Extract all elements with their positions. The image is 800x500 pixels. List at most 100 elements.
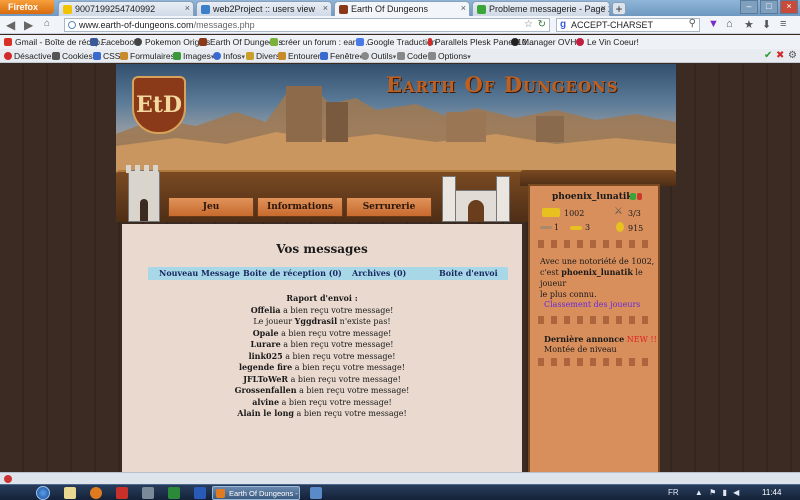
tab-close-icon[interactable]: × [601, 3, 606, 13]
reload-icon[interactable]: ↻ [538, 19, 546, 30]
bookmarks-icon[interactable]: ★ [744, 18, 754, 31]
bookmark-vin-coeur[interactable]: Le Vin Coeur! [576, 37, 639, 47]
clock[interactable]: 11:44 [762, 488, 781, 497]
tab-new-message[interactable]: Nouveau Message [159, 268, 240, 278]
back-icon[interactable]: ◀ [6, 18, 15, 32]
volume-icon[interactable]: ◀ [733, 488, 739, 497]
report-status: a bien reçu votre message! [280, 305, 394, 315]
close-window-icon[interactable]: × [780, 0, 798, 14]
explorer-icon[interactable] [64, 487, 76, 499]
word-icon[interactable] [194, 487, 206, 499]
history-icon[interactable]: ⌂ [44, 18, 50, 29]
wd-infos[interactable]: Infos▾ [213, 51, 245, 61]
tab-outbox[interactable]: Boite d'envoi [439, 268, 498, 278]
wd-window[interactable]: Fenêtre▾ [320, 51, 363, 61]
network-icon[interactable]: ▮ [722, 488, 726, 497]
report-status: a bien reçu votre message! [278, 328, 392, 338]
gear-icon[interactable]: ⚙ [788, 50, 797, 61]
wd-images[interactable]: Images▾ [173, 51, 214, 61]
app-icon[interactable] [142, 487, 154, 499]
tab-inbox[interactable]: Boite de réception (0) [243, 268, 342, 278]
tab-close-icon[interactable]: × [323, 3, 328, 13]
addon-icon[interactable]: ▼ [708, 18, 719, 30]
report-line: Grossenfallen a bien reçu votre message! [122, 385, 522, 397]
bookmark-facebook[interactable]: Facebook [90, 37, 138, 47]
home-icon[interactable]: ⌂ [726, 18, 733, 30]
site-logo[interactable]: EtD [132, 76, 186, 134]
report-line: alvine a bien reçu votre message! [122, 397, 522, 409]
firefox-icon[interactable] [90, 487, 102, 499]
bookmark-google-translate[interactable]: Google Traduction [356, 37, 436, 47]
wd-options[interactable]: Options▾ [428, 51, 471, 61]
tab-close-icon[interactable]: × [461, 3, 466, 13]
wd-outline[interactable]: Entourer▾ [278, 51, 324, 61]
gear-icon [361, 52, 369, 60]
excel-icon[interactable] [168, 487, 180, 499]
addon-status-icon[interactable] [4, 475, 12, 483]
flag-icon[interactable]: ⚑ [709, 488, 716, 497]
bookmark-ovh[interactable]: Manager OVH [511, 37, 576, 47]
wd-source[interactable]: Code▾ [397, 51, 431, 61]
forward-icon[interactable]: ▶ [24, 18, 33, 32]
new-tab-button[interactable]: + [612, 2, 626, 15]
firefox-menu-button[interactable]: Firefox [0, 0, 54, 14]
tab-1[interactable]: 9007199254740992 × [58, 1, 194, 16]
error-icon[interactable]: ✖ [776, 50, 784, 61]
taskbar-window-firefox[interactable]: Earth Of Dungeons - ... [212, 486, 300, 500]
last-announce: Dernière annonce NEW !! [544, 334, 657, 344]
wd-forms[interactable]: Formulaires▾ [120, 51, 178, 61]
stat-c-value: 915 [628, 224, 644, 233]
url-bar[interactable]: www.earth-of-dungeons.com/messages.php ☆… [64, 18, 550, 32]
report-line: Lurare a bien reçu votre message! [122, 339, 522, 351]
recipient-name: link025 [248, 350, 283, 361]
tab-4[interactable]: Probleme messagerie - Page 2 × [472, 1, 610, 16]
tab-3-active[interactable]: Earth Of Dungeons × [334, 1, 470, 16]
key-icon [570, 226, 582, 230]
wd-label: Outils [371, 51, 393, 61]
shield-icon [199, 38, 207, 46]
notoriety-player: phoenix_lunatik [561, 267, 633, 277]
check-icon[interactable]: ✔ [764, 50, 772, 61]
menu-jeu[interactable]: Jeu [168, 197, 254, 217]
wd-label: Formulaires [130, 51, 175, 61]
browser-titlebar: Firefox 9007199254740992 × web2Project :… [0, 0, 800, 16]
menu-serrurerie[interactable]: Serrurerie [346, 197, 432, 217]
language-indicator[interactable]: FR [668, 488, 679, 497]
maximize-icon[interactable]: □ [760, 0, 778, 14]
info-icon [213, 52, 221, 60]
tab-close-icon[interactable]: × [185, 3, 190, 13]
wd-disable[interactable]: Désactiver▾ [4, 51, 58, 61]
parallels-icon [428, 38, 432, 46]
fleur-divider [538, 316, 650, 324]
player-name[interactable]: phoenix_lunatik [552, 192, 633, 202]
bookmark-label: Manager OVH [522, 37, 577, 47]
minimize-icon[interactable]: – [740, 0, 758, 14]
filezilla-icon[interactable] [116, 487, 128, 499]
wd-tools[interactable]: Outils▾ [361, 51, 396, 61]
last-announce-text[interactable]: Montée de niveau [544, 345, 617, 354]
wd-cookies[interactable]: Cookies▾ [52, 51, 96, 61]
tab-favicon-icon [201, 5, 210, 14]
tray-arrow-icon[interactable]: ▲ [695, 488, 703, 497]
web-page: EtD Earth Of Dungeons Jeu Informations S… [0, 64, 800, 472]
stat-b-value: 3 [585, 223, 591, 232]
app-icon[interactable] [310, 487, 322, 499]
ranking-link[interactable]: Classement des joueurs [544, 300, 640, 309]
bookmark-star-icon[interactable]: ☆ [524, 19, 533, 30]
chat-bubble-icon [270, 38, 278, 46]
site-identity-icon[interactable] [68, 21, 76, 29]
google-icon[interactable]: g [560, 19, 566, 30]
search-icon[interactable]: ⚲ [689, 18, 696, 29]
web-developer-toolbar: Désactiver▾ Cookies▾ CSS▾ Formulaires▾ I… [0, 49, 800, 63]
tab-archives[interactable]: Archives (0) [352, 268, 406, 278]
tab-label: Probleme messagerie - Page 2 [489, 4, 610, 14]
search-input[interactable]: g ACCEPT-CHARSET ⚲ [556, 18, 700, 32]
report-line: Alain le long a bien reçu votre message! [122, 408, 522, 420]
menu-icon[interactable]: ≡ [780, 18, 786, 30]
windows-taskbar: Earth Of Dungeons - ... FR ▲ ⚑ ▮ ◀ 11:44 [0, 484, 800, 500]
start-button[interactable] [36, 486, 50, 500]
downloads-icon[interactable]: ⬇ [762, 18, 771, 31]
gold-coins-icon [542, 208, 560, 217]
menu-informations[interactable]: Informations [257, 197, 343, 217]
tab-2[interactable]: web2Project :: users view × [196, 1, 332, 16]
